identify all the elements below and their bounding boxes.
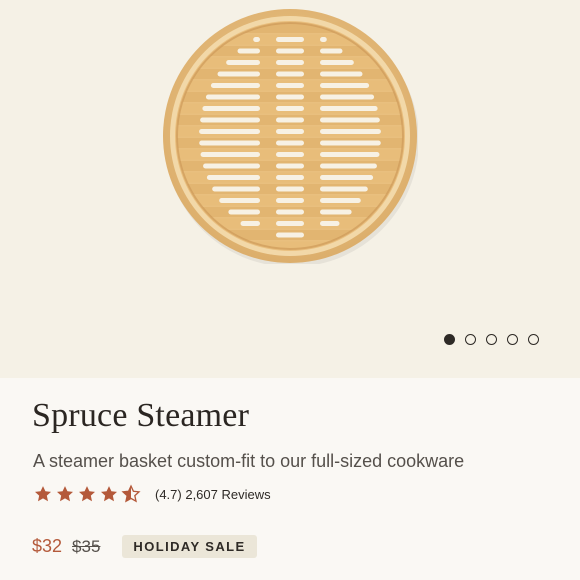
star-icon [57,486,73,502]
carousel-dot-5[interactable] [528,334,539,345]
carousel-dot-4[interactable] [507,334,518,345]
product-image-gallery[interactable] [0,0,580,378]
carousel-dots [444,334,539,345]
star-icon [79,486,95,502]
half-star-icon [121,484,141,503]
star-icon [35,486,51,502]
original-price: $35 [72,536,101,556]
product-rating[interactable]: (4.7) 2,607 Reviews [33,484,271,504]
sale-badge: HOLIDAY SALE [122,535,257,558]
review-count-link[interactable]: (4.7) 2,607 Reviews [155,487,271,502]
carousel-dot-1[interactable] [444,334,455,345]
product-description: A steamer basket custom-fit to our full-… [33,451,465,471]
star-icon [101,486,117,502]
carousel-dot-2[interactable] [465,334,476,345]
rating-stars [33,484,141,504]
product-title: Spruce Steamer [32,397,250,434]
carousel-dot-3[interactable] [486,334,497,345]
sale-price: $32 [32,536,63,556]
price-row: $32 $35 HOLIDAY SALE [32,535,257,558]
steamer-image [163,9,418,264]
